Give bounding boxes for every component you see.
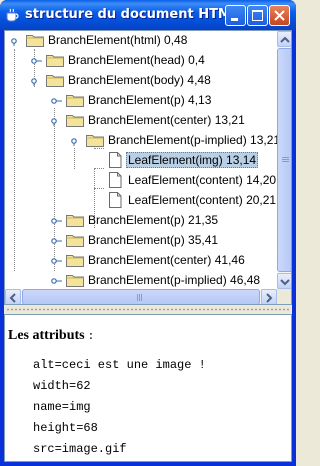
arrow-up-icon [280,36,290,43]
tree-node-label: BranchElement(center) 41,46 [88,253,245,267]
tree-node-label: LeafElement(img) 13,14 [126,152,259,168]
folder-icon [46,53,64,67]
tree-node[interactable]: BranchElement(p-implied) 46,48 [5,270,277,289]
vertical-scroll-thumb[interactable] [277,48,291,272]
folder-icon [86,133,104,147]
tree-node[interactable]: LeafElement(img) 13,14 [5,150,277,170]
folder-icon [46,73,64,87]
attributes-list: alt=ceci est une image ! width=62 name=img… [33,355,206,460]
collapsed-handle-icon[interactable] [50,275,62,285]
scrollbar-corner [277,289,291,304]
tree-node-label: BranchElement(p-implied) 46,48 [88,273,261,287]
collapsed-handle-icon[interactable] [50,235,62,245]
tree-node-label: BranchElement(body) 4,48 [68,73,211,87]
tree-node-label: BranchElement(p-implied) 13,21 [108,133,277,147]
tree-node[interactable]: BranchElement(center) 13,21 [5,110,277,130]
collapsed-handle-icon[interactable] [50,95,62,105]
arrow-right-icon [266,293,273,303]
expanded-handle-icon[interactable] [30,75,42,86]
tree-vertical-scrollbar[interactable] [277,31,291,289]
scroll-right-button[interactable] [261,289,277,304]
tree-node-label: BranchElement(head) 0,4 [68,53,205,67]
element-tree[interactable]: BranchElement(html) 0,48 BranchElement(he… [5,31,277,289]
close-button[interactable] [269,5,290,26]
tree-node[interactable]: BranchElement(html) 0,48 [5,31,277,50]
expanded-handle-icon[interactable] [70,135,82,146]
tree-node[interactable]: BranchElement(body) 4,48 [5,70,277,90]
document-icon [108,192,122,208]
folder-icon [26,33,44,47]
tree-node[interactable]: BranchElement(p-implied) 13,21 [5,130,277,150]
expanded-handle-icon[interactable] [10,35,22,46]
folder-icon [66,93,84,107]
tree-node-label: LeafElement(content) 20,21 [128,193,277,207]
tree-node[interactable]: BranchElement(p) 21,35 [5,210,277,230]
tree-node[interactable]: LeafElement(content) 14,20 [5,170,277,190]
tree-node[interactable]: LeafElement(content) 20,21 [5,190,277,210]
window-title: structure du document HTML [25,7,240,22]
attribute-line: width=62 [33,379,91,393]
attributes-heading-label: Les attributs [8,328,85,343]
split-pane-divider[interactable] [4,305,292,314]
document-icon [108,152,122,168]
tree-node-label: BranchElement(center) 13,21 [88,113,245,127]
java-cup-icon [6,8,19,22]
attributes-heading: Les attributs : [8,328,93,344]
folder-icon [66,113,84,127]
attributes-panel: Les attributs : alt=ceci est une image !… [4,314,292,462]
maximize-button[interactable] [247,5,268,26]
expanded-handle-icon[interactable] [50,115,62,126]
horizontal-scroll-thumb[interactable] [22,289,260,304]
tree-node-label: BranchElement(html) 0,48 [48,33,188,47]
tree-node-label: BranchElement(p) 21,35 [88,213,219,227]
app-window: structure du document HTML BranchElement… [0,0,296,466]
scroll-left-button[interactable] [5,289,21,304]
scroll-down-button[interactable] [277,273,291,289]
folder-icon [66,213,84,227]
tree-node-label: BranchElement(p) 35,41 [88,233,219,247]
title-bar[interactable]: structure du document HTML [0,0,296,30]
tree-node[interactable]: BranchElement(center) 41,46 [5,250,277,270]
minimize-button[interactable] [225,5,246,26]
arrow-down-icon [280,279,290,286]
attribute-line: height=68 [33,421,98,435]
minimize-icon [231,18,238,21]
arrow-left-icon [9,293,16,303]
tree-horizontal-scrollbar[interactable] [5,289,277,304]
collapsed-handle-icon[interactable] [30,55,42,65]
tree-node-label: BranchElement(p) 4,13 [88,93,212,107]
folder-icon [66,273,84,287]
tree-node[interactable]: BranchElement(p) 4,13 [5,90,277,110]
tree-node-label: LeafElement(content) 14,20 [128,173,277,187]
attribute-line: name=img [33,400,91,414]
maximize-icon [252,10,263,21]
window-client-area: BranchElement(html) 0,48 BranchElement(he… [4,30,292,462]
tree-node[interactable]: BranchElement(head) 0,4 [5,50,277,70]
divider-grip [6,308,290,311]
close-icon [274,10,285,21]
attribute-line: alt=ceci est une image ! [33,358,206,372]
attribute-line: src=image.gif [33,442,127,456]
folder-icon [66,253,84,267]
tree-scroll-pane: BranchElement(html) 0,48 BranchElement(he… [4,30,292,305]
tree-node[interactable]: BranchElement(p) 35,41 [5,230,277,250]
collapsed-handle-icon[interactable] [50,215,62,225]
attributes-heading-colon: : [84,328,94,343]
document-icon [108,172,122,188]
folder-icon [66,233,84,247]
collapsed-handle-icon[interactable] [50,255,62,265]
scroll-up-button[interactable] [277,31,291,47]
